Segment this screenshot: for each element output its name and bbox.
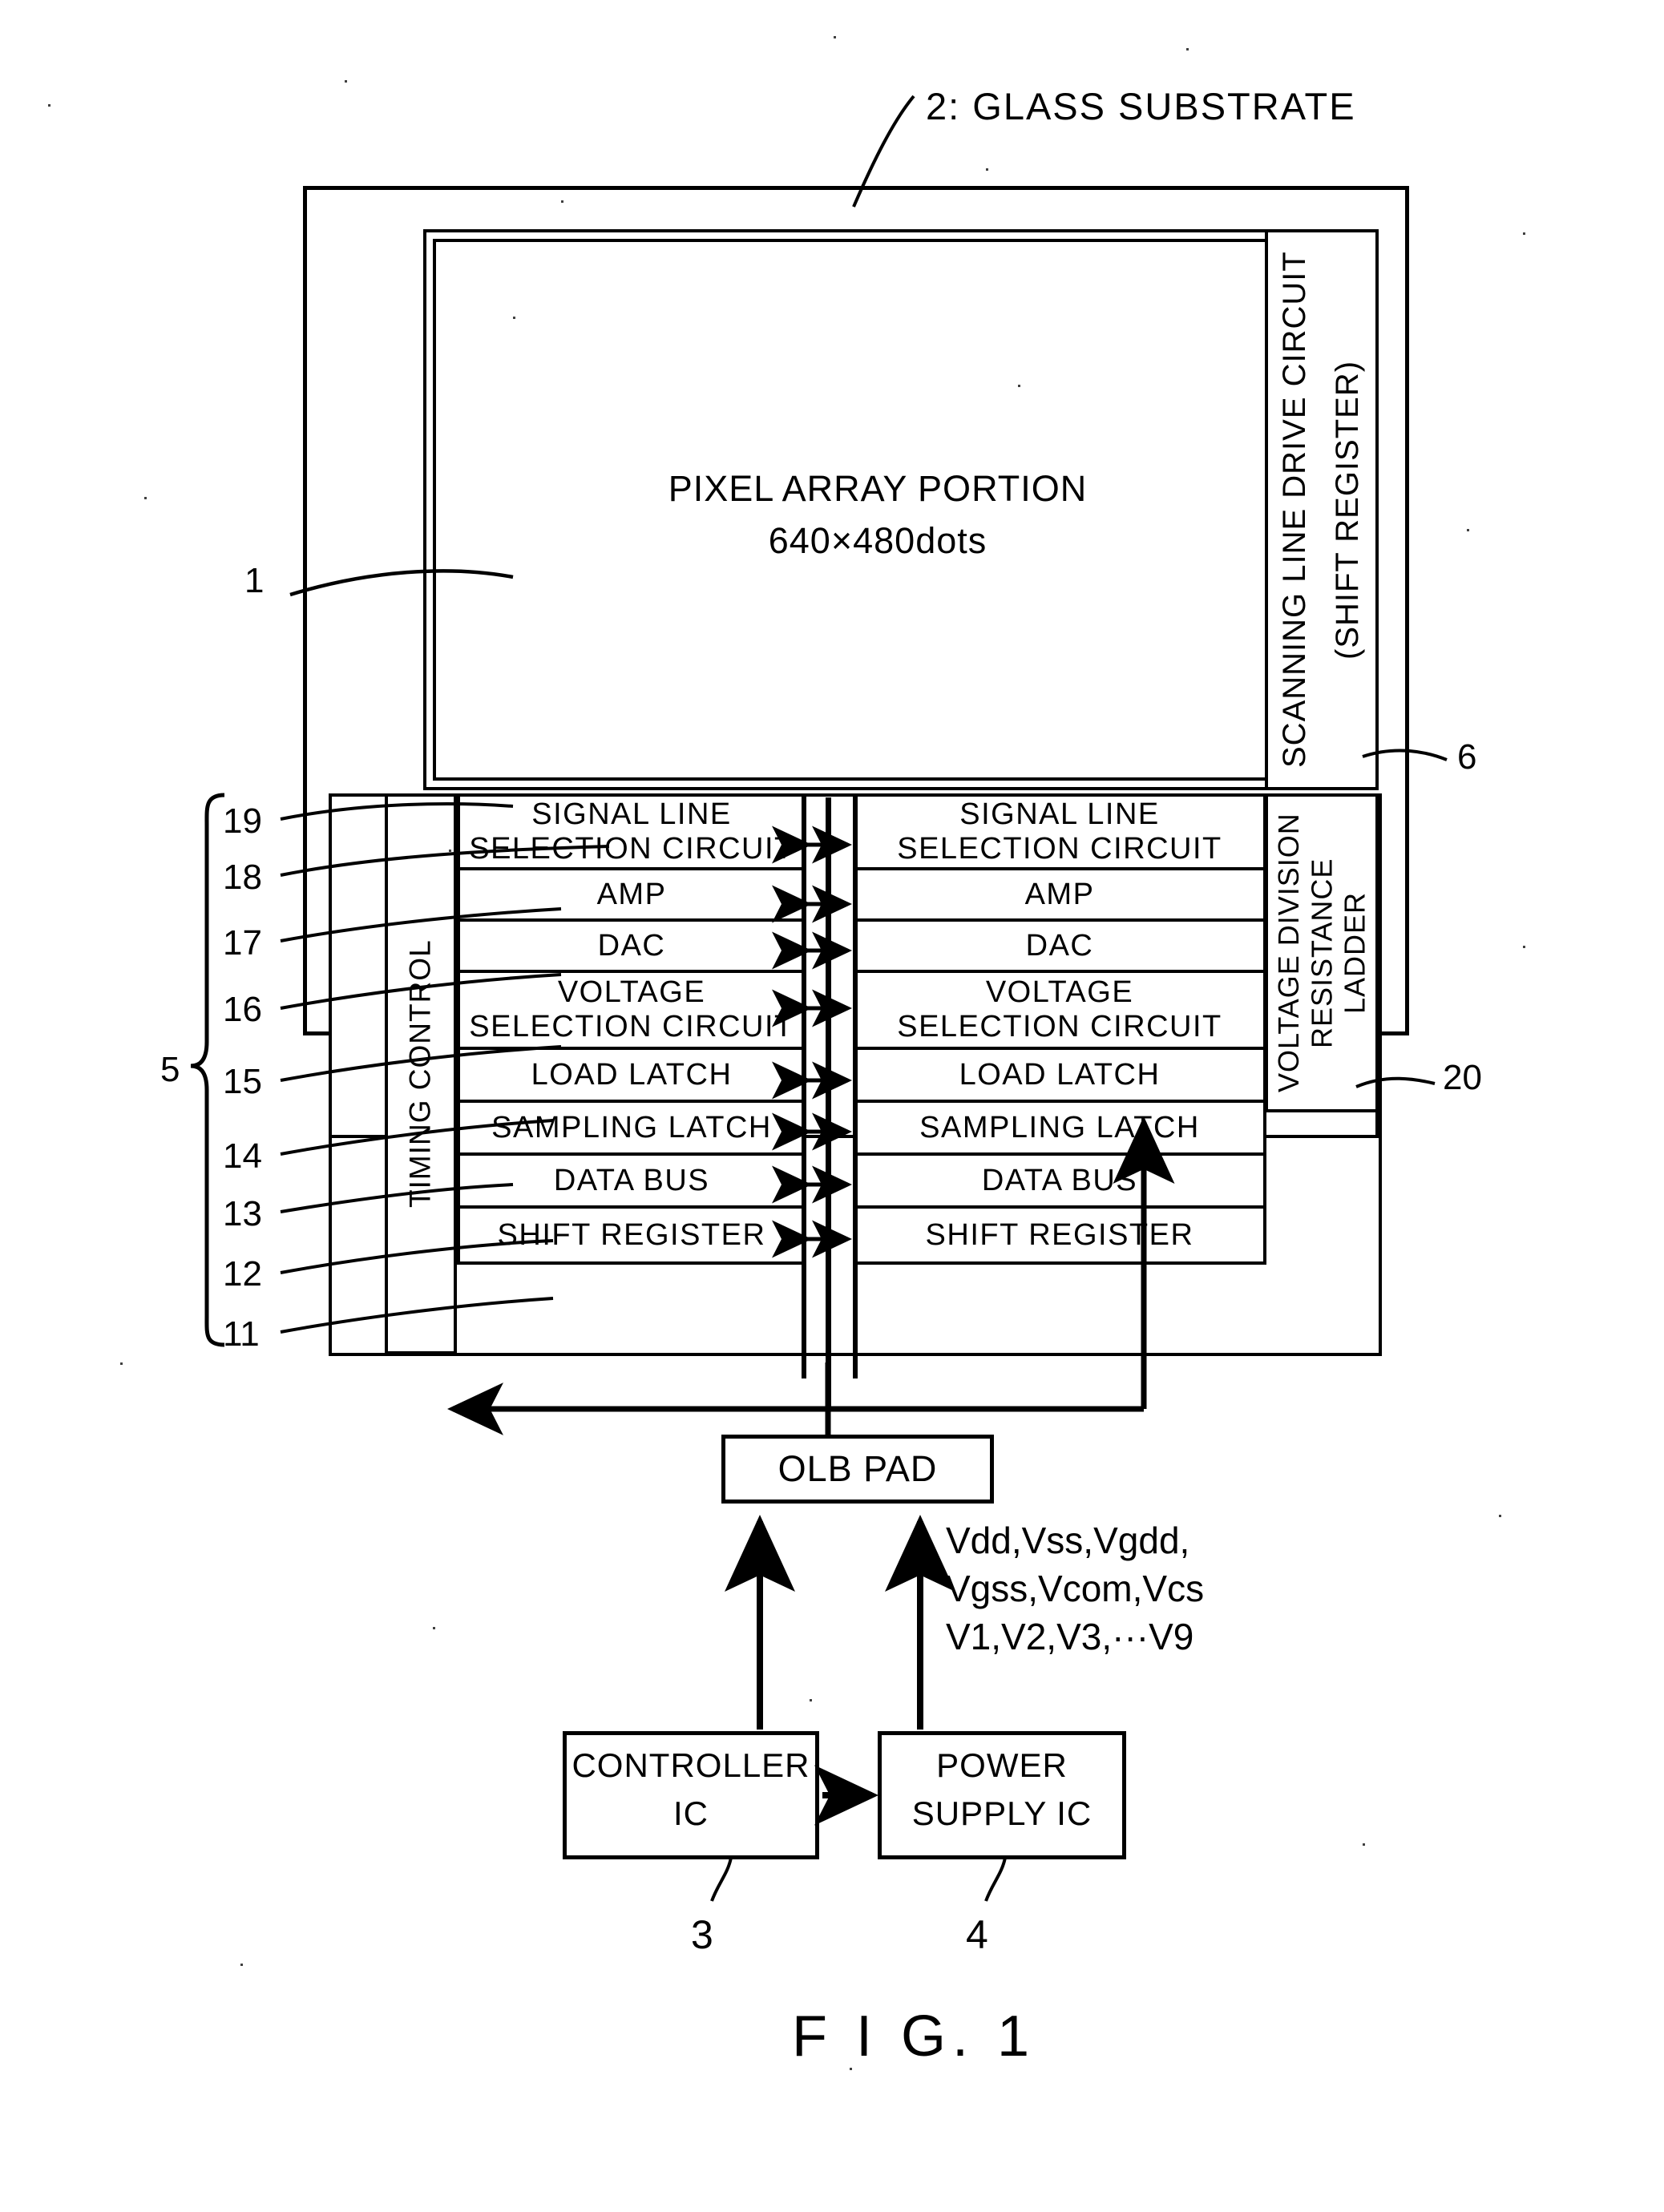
timing-control-label: TIMING CONTROL — [403, 939, 437, 1209]
scan-speck — [120, 1362, 123, 1365]
scan-speck — [850, 2068, 852, 2070]
scanning-line-drive-circuit-label-primary: SCANNING LINE DRIVE CIRCUIT — [1277, 251, 1312, 769]
row-data-bus-right: DATA BUS — [856, 1156, 1266, 1209]
row-data-bus-left: DATA BUS — [457, 1156, 803, 1209]
row-shift-register-right-label: SHIFT REGISTER — [925, 1217, 1194, 1252]
scan-speck — [433, 1627, 435, 1629]
scan-speck — [1523, 946, 1525, 948]
row-signal-line-selection-left-label: SIGNAL LINE SELECTION CIRCUIT — [469, 797, 794, 866]
olb-pad-label: OLB PAD — [777, 1448, 938, 1490]
row-amp-left-label: AMP — [596, 877, 667, 911]
row-voltage-selection-left: VOLTAGE SELECTION CIRCUIT — [457, 973, 803, 1050]
ref5-brace — [190, 793, 225, 1347]
ref-numeral-17: 17 — [223, 923, 262, 963]
scan-speck — [1499, 1515, 1501, 1517]
scan-speck — [1018, 385, 1020, 387]
driver-group-bottom-edge — [329, 1353, 1382, 1356]
ref-numeral-5: 5 — [160, 1050, 180, 1089]
row-data-bus-left-label: DATA BUS — [553, 1163, 710, 1197]
power-rails-line3: V1,V2,V3,···V9 — [946, 1616, 1194, 1657]
row-amp-right: AMP — [856, 870, 1266, 922]
row-load-latch-right-label: LOAD LATCH — [959, 1057, 1161, 1092]
row-dac-right-label: DAC — [1025, 928, 1094, 963]
power-rails-line1: Vdd,Vss,Vgdd, — [946, 1520, 1190, 1561]
scan-speck — [48, 104, 50, 107]
scan-speck — [1186, 48, 1189, 50]
ref-numeral-19: 19 — [223, 801, 262, 841]
row-signal-line-selection-right: SIGNAL LINE SELECTION CIRCUIT — [856, 793, 1266, 870]
power-supply-ic-label-line2: SUPPLY IC — [911, 1794, 1093, 1833]
row-sampling-latch-left-label: SAMPLING LATCH — [491, 1110, 772, 1144]
ref-numeral-12: 12 — [223, 1254, 262, 1294]
row-signal-line-selection-right-label: SIGNAL LINE SELECTION CIRCUIT — [897, 797, 1222, 866]
ref4-leader — [984, 1857, 1007, 1902]
pixel-array-title: PIXEL ARRAY PORTION — [668, 468, 1088, 510]
patent-figure-canvas: 2: GLASS SUBSTRATE PIXEL ARRAY PORTION 6… — [0, 0, 1664, 2212]
center-bus-right-rail — [853, 793, 858, 1378]
ref-numeral-20: 20 — [1443, 1058, 1482, 1097]
pixel-array-resolution: 640×480dots — [768, 520, 987, 562]
row-shift-register-left-label: SHIFT REGISTER — [497, 1217, 766, 1252]
scan-speck — [513, 317, 515, 319]
row-dac-right: DAC — [856, 922, 1266, 973]
scan-speck — [144, 497, 147, 499]
row-load-latch-left-label: LOAD LATCH — [531, 1057, 733, 1092]
scan-speck — [240, 1964, 243, 1966]
ref-numeral-16: 16 — [223, 990, 262, 1029]
power-rails-line2: Vgss,Vcom,Vcs — [946, 1568, 1205, 1609]
controller-ic-label-line1: CONTROLLER — [571, 1746, 810, 1785]
controller-ic-label-line2: IC — [673, 1794, 709, 1833]
scan-speck — [449, 850, 451, 852]
scan-speck — [1363, 1843, 1365, 1846]
driver-group-right-edge — [1379, 793, 1382, 1356]
ref-numeral-3: 3 — [691, 1912, 713, 1957]
row-sampling-latch-left: SAMPLING LATCH — [457, 1103, 803, 1156]
scan-speck — [561, 200, 563, 203]
driver-group-left-edge — [329, 793, 332, 1356]
scan-speck — [810, 1699, 812, 1701]
row-sampling-latch-right: SAMPLING LATCH — [856, 1103, 1266, 1156]
ref-numeral-11: 11 — [223, 1314, 260, 1354]
ref-numeral-18: 18 — [223, 858, 262, 897]
ref-numeral-15: 15 — [223, 1062, 262, 1101]
row-shift-register-right: SHIFT REGISTER — [856, 1209, 1266, 1265]
row-amp-right-label: AMP — [1024, 877, 1095, 911]
ref-numeral-14: 14 — [223, 1136, 262, 1176]
row-dac-left-label: DAC — [597, 928, 666, 963]
scan-speck — [345, 80, 347, 83]
center-bus-core-rail — [826, 797, 831, 1407]
ref-numeral-13: 13 — [223, 1194, 262, 1233]
scan-speck — [986, 168, 988, 171]
row-data-bus-right-label: DATA BUS — [981, 1163, 1138, 1197]
scan-speck — [1523, 232, 1525, 235]
row-voltage-selection-right-label: VOLTAGE SELECTION CIRCUIT — [897, 975, 1222, 1043]
scanning-line-drive-circuit-label-secondary: (SHIFT REGISTER) — [1330, 360, 1365, 660]
ref-numeral-6: 6 — [1457, 737, 1477, 777]
figure-caption: F I G. 1 — [792, 2004, 1036, 2069]
glass-substrate-callout-label: 2: GLASS SUBSTRATE — [926, 85, 1356, 127]
ref3-leader — [710, 1857, 733, 1902]
voltage-division-ladder-label: VOLTAGE DIVISION RESISTANCE LADDER — [1271, 813, 1371, 1093]
row-dac-left: DAC — [457, 922, 803, 973]
power-supply-ic-label-line1: POWER — [936, 1746, 1068, 1785]
row-voltage-selection-right: VOLTAGE SELECTION CIRCUIT — [856, 973, 1266, 1050]
row-amp-left: AMP — [457, 870, 803, 922]
row-shift-register-left: SHIFT REGISTER — [457, 1209, 803, 1265]
row-signal-line-selection-left: SIGNAL LINE SELECTION CIRCUIT — [457, 793, 803, 870]
scan-speck — [1467, 529, 1469, 531]
center-bus-left-rail — [802, 793, 806, 1378]
row-sampling-latch-right-label: SAMPLING LATCH — [919, 1110, 1200, 1144]
ref-numeral-1: 1 — [244, 561, 265, 600]
ref-numeral-4: 4 — [966, 1912, 988, 1957]
scan-speck — [834, 36, 836, 38]
row-load-latch-left: LOAD LATCH — [457, 1050, 803, 1103]
row-load-latch-right: LOAD LATCH — [856, 1050, 1266, 1103]
row-voltage-selection-left-label: VOLTAGE SELECTION CIRCUIT — [469, 975, 794, 1043]
